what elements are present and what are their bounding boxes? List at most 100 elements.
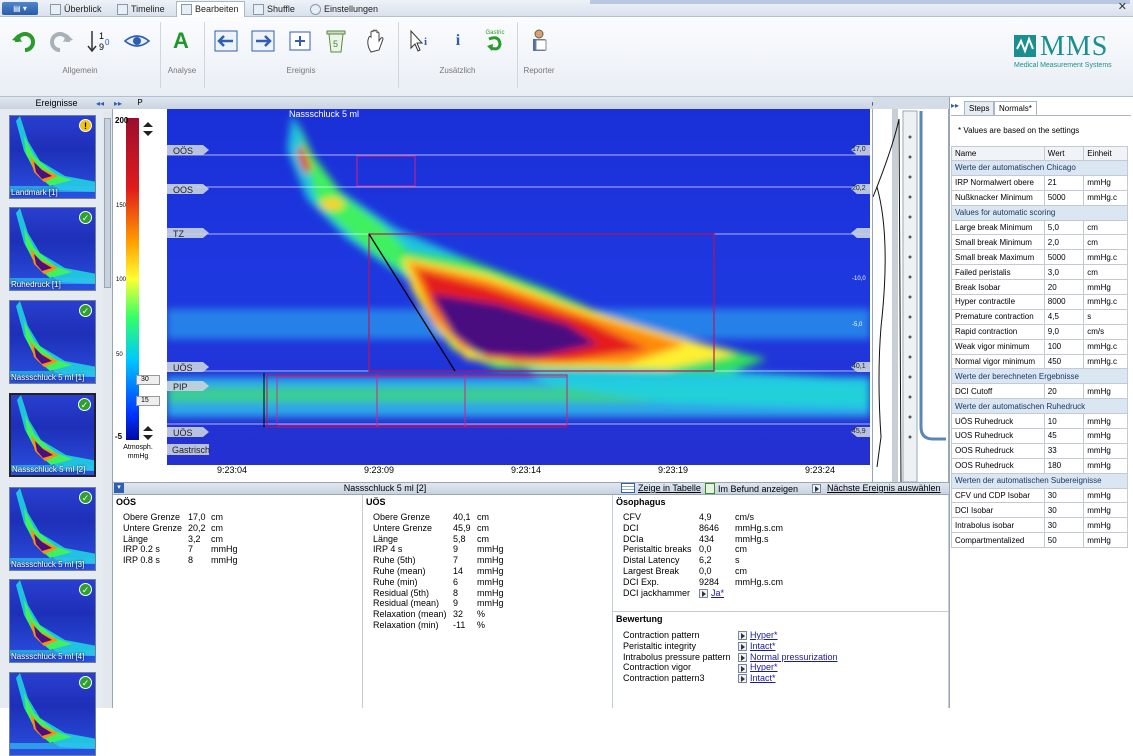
cell-value[interactable]: 3,0 xyxy=(1043,264,1085,281)
table-row[interactable]: Small break Maximum 5000 mmHg.c xyxy=(951,249,1128,266)
cell-value[interactable]: 8000 xyxy=(1043,294,1085,310)
table-row[interactable]: Large break Minimum 5,0 cm xyxy=(951,219,1128,236)
next-event-link[interactable]: Nächste Ereignis auswählen xyxy=(812,483,941,493)
sort-button[interactable]: 190 xyxy=(86,27,114,55)
table-row[interactable]: UOS Ruhedruck 45 mmHg xyxy=(951,428,1128,444)
assessment-value-link[interactable]: Normal pressurization xyxy=(738,652,838,662)
table-row[interactable]: Break Isobar 20 mmHg xyxy=(951,279,1128,296)
table-row[interactable]: Small break Minimum 2,0 cm xyxy=(951,234,1128,251)
event-thumbnail[interactable]: ✓ Nassschluck 5 ml [1] xyxy=(9,300,96,384)
cell-value[interactable]: 33 xyxy=(1043,442,1085,459)
collapse-details-icon[interactable]: ▾ xyxy=(114,483,124,493)
delete-event-button[interactable]: 5 xyxy=(322,27,350,55)
assessment-value-link[interactable]: Intact* xyxy=(738,641,776,651)
table-row[interactable]: CFV und CDP Isobar 30 mmHg xyxy=(951,487,1128,504)
table-row[interactable]: IRP Normalwert obere 21 mmHg xyxy=(951,174,1128,191)
select-info-button[interactable]: i xyxy=(406,27,434,55)
event-thumbnail[interactable]: ✓ Nassschluck 5 ml [2] xyxy=(9,393,96,477)
table-row[interactable]: Hyper contractile 8000 mmHg.c xyxy=(951,294,1128,310)
tab-normals[interactable]: Normals* xyxy=(994,101,1037,115)
table-row[interactable]: Compartmentalized 50 mmHg xyxy=(951,532,1128,549)
jackhammer-link[interactable]: Ja* xyxy=(699,588,724,598)
column-header[interactable]: Name xyxy=(951,146,1045,161)
assessment-value-link[interactable]: Hyper* xyxy=(738,662,778,673)
move-right-icon xyxy=(251,30,275,52)
isobar-marker-15[interactable]: 15 xyxy=(136,396,160,406)
cell-value[interactable]: 9,0 xyxy=(1043,323,1085,340)
expand-icon[interactable]: ▸▸ xyxy=(114,99,122,108)
info-button[interactable]: i xyxy=(444,27,472,55)
event-thumbnail[interactable]: ✓ xyxy=(9,672,96,756)
cell-value[interactable]: 10 xyxy=(1043,413,1085,430)
cell-value[interactable]: 5000 xyxy=(1043,249,1085,266)
add-event-button[interactable] xyxy=(286,27,314,55)
tab-uberblick[interactable]: Überblick xyxy=(46,1,107,17)
column-header[interactable]: Wert xyxy=(1043,146,1085,161)
assessment-value-link[interactable]: Hyper* xyxy=(738,630,778,641)
event-thumbnail[interactable]: ✓ Ruhedruck [1] xyxy=(9,207,96,291)
scale-min-stepper[interactable] xyxy=(142,425,154,443)
close-icon[interactable]: ✕ xyxy=(1118,0,1127,13)
cell-value[interactable]: 20 xyxy=(1043,383,1085,400)
gastric-button[interactable]: Gastric xyxy=(481,27,509,55)
event-start-button[interactable] xyxy=(212,27,240,55)
cell-value[interactable]: 450 xyxy=(1043,353,1085,370)
tab-steps[interactable]: Steps xyxy=(964,101,995,115)
cell-value[interactable]: 30 xyxy=(1043,517,1085,534)
cell-value[interactable]: 30 xyxy=(1043,487,1085,504)
table-row[interactable]: Nußknacker Minimum 5000 mmHg.c xyxy=(951,189,1128,206)
cell-value[interactable]: 5,0 xyxy=(1043,219,1085,236)
scale-min: -5 xyxy=(115,432,123,441)
event-end-button[interactable] xyxy=(249,27,277,55)
table-row[interactable]: DCI Cutoff 20 mmHg xyxy=(951,383,1128,400)
undo-button[interactable] xyxy=(10,27,38,55)
view-button[interactable] xyxy=(123,27,151,55)
table-row[interactable]: UÖS Ruhedruck 10 mmHg xyxy=(951,413,1128,430)
table-row[interactable]: Intrabolus isobar 30 mmHg xyxy=(951,517,1128,534)
time-tick: 9:23:24 xyxy=(805,465,836,475)
analyse-button[interactable]: A xyxy=(167,27,195,55)
scale-max-stepper[interactable] xyxy=(142,121,154,139)
show-in-report-link[interactable]: Im Befund anzeigen xyxy=(705,483,798,494)
table-row[interactable]: OOS Ruhedruck 180 mmHg xyxy=(951,457,1128,474)
reporter-button[interactable] xyxy=(525,27,553,55)
cell-value[interactable]: 100 xyxy=(1043,338,1085,355)
pressure-topography-plot[interactable] xyxy=(167,109,870,465)
table-row[interactable]: Weak vigor minimum 100 mmHg.c xyxy=(951,338,1128,355)
unit: cm xyxy=(735,544,747,555)
collapse-left-icon[interactable]: ◂◂ xyxy=(96,99,104,108)
table-row[interactable]: DCI Isobar 30 mmHg xyxy=(951,502,1128,519)
column-header[interactable]: Einheit xyxy=(1083,146,1128,161)
redo-button[interactable] xyxy=(47,27,75,55)
assessment-value-link[interactable]: Intact* xyxy=(738,673,776,684)
events-scrollbar-thumb[interactable] xyxy=(104,118,111,288)
tab-einstellungen[interactable]: Einstellungen xyxy=(306,1,383,17)
event-thumbnail[interactable]: ✓ Nassschluck 5 ml [3] xyxy=(9,487,96,571)
cell-value[interactable]: 4,5 xyxy=(1043,308,1085,325)
cell-value[interactable]: 5000 xyxy=(1043,189,1085,206)
cell-value[interactable]: 20 xyxy=(1043,279,1085,296)
tab-shuffle[interactable]: Shuffle xyxy=(249,1,300,17)
event-thumbnail[interactable]: ✓ Nassschluck 5 ml [4] xyxy=(9,579,96,663)
cell-value[interactable]: 180 xyxy=(1043,457,1085,474)
show-in-table-link[interactable]: Zeige in Tabelle xyxy=(621,483,701,493)
cell-value[interactable]: 50 xyxy=(1043,532,1085,549)
app-menu-button[interactable]: ▤ ▾ xyxy=(2,2,38,15)
table-row[interactable]: Normal vigor minimum 450 mmHg.c xyxy=(951,353,1128,370)
isobar-marker-30[interactable]: 30 xyxy=(136,375,160,385)
table-row[interactable]: Premature contraction 4,5 s xyxy=(951,308,1128,325)
table-row[interactable]: Failed peristalis 3,0 cm xyxy=(951,264,1128,281)
tab-bearbeiten[interactable]: Bearbeiten xyxy=(176,1,245,17)
cell-value[interactable]: 30 xyxy=(1043,502,1085,519)
tab-timeline[interactable]: Timeline xyxy=(113,1,170,17)
expand-icon[interactable]: ▸▸ xyxy=(951,101,959,110)
thumbnail-label: Nassschluck 5 ml [1] xyxy=(11,373,85,382)
value: 20,2 xyxy=(188,522,206,533)
table-row[interactable]: OOS Ruhedruck 33 mmHg xyxy=(951,442,1128,459)
table-row[interactable]: Rapid contraction 9,0 cm/s xyxy=(951,323,1128,340)
pan-button[interactable] xyxy=(362,27,390,55)
event-thumbnail[interactable]: ! Landmark [1] xyxy=(9,115,96,199)
cell-value[interactable]: 45 xyxy=(1043,428,1085,444)
cell-value[interactable]: 2,0 xyxy=(1043,234,1085,251)
cell-value[interactable]: 21 xyxy=(1043,174,1085,191)
